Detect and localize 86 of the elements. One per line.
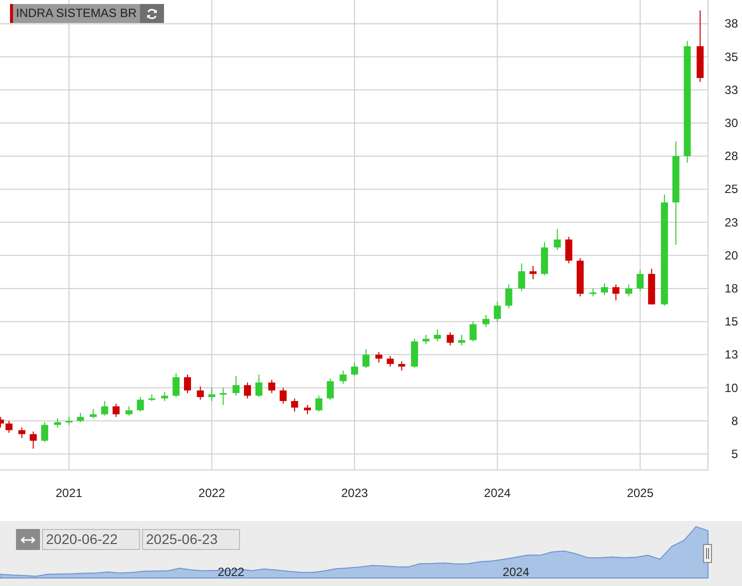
overview-axis-label: 2024 xyxy=(502,565,530,579)
candlestick xyxy=(76,412,84,423)
candlestick xyxy=(422,334,430,345)
y-axis-label: 35 xyxy=(724,50,738,64)
candlestick xyxy=(505,284,512,309)
candlestick xyxy=(161,391,168,402)
start-date-field[interactable]: 2020-06-22 xyxy=(42,529,140,550)
candlestick xyxy=(172,372,180,398)
candlestick xyxy=(482,314,490,328)
candlestick xyxy=(530,265,537,280)
candlestick xyxy=(590,288,597,297)
x-axis-label: 2025 xyxy=(626,486,654,500)
candlestick xyxy=(576,258,584,297)
refresh-icon xyxy=(146,8,158,20)
candlestick xyxy=(554,228,561,251)
candlestick xyxy=(65,416,72,426)
candlestick xyxy=(208,387,216,402)
range-toggle-button[interactable] xyxy=(16,529,40,550)
candlestick xyxy=(398,360,406,372)
candlestick xyxy=(136,396,144,412)
candlestick xyxy=(291,398,298,412)
candlestick xyxy=(494,301,501,322)
candlestick xyxy=(232,375,240,396)
candlestick xyxy=(220,387,227,406)
candlestick xyxy=(148,394,156,402)
candlestick xyxy=(600,282,608,296)
x-axis-label: 2024 xyxy=(484,486,511,500)
candlestick xyxy=(518,262,526,292)
candlestick xyxy=(636,269,644,292)
candlestick xyxy=(351,362,358,376)
range-handle[interactable] xyxy=(703,544,712,563)
candlestick xyxy=(362,348,370,368)
candlestick xyxy=(18,427,26,439)
y-axis-label: 15 xyxy=(724,314,738,329)
y-axis-label: 28 xyxy=(724,149,738,164)
x-axis-label: 2023 xyxy=(341,486,368,500)
y-axis-label: 10 xyxy=(724,380,738,395)
candlestick xyxy=(125,406,132,416)
y-axis-label: 23 xyxy=(724,215,738,230)
candlestick xyxy=(648,268,656,305)
candlestick xyxy=(375,352,382,364)
y-axis-label: 13 xyxy=(724,348,738,362)
end-date-field[interactable]: 2025-06-23 xyxy=(142,529,240,550)
candlestick xyxy=(30,430,37,450)
candlestick xyxy=(0,416,4,428)
overview-axis-label: 2022 xyxy=(218,565,244,579)
candlestick xyxy=(315,395,322,412)
y-axis-label: 30 xyxy=(724,116,738,130)
y-axis-label: 5 xyxy=(731,446,738,461)
candlestick xyxy=(612,284,620,301)
y-axis-label: 20 xyxy=(724,248,738,262)
candlestick xyxy=(6,420,12,434)
marker-icon xyxy=(10,4,13,23)
candlestick xyxy=(112,403,120,418)
candlestick xyxy=(326,378,334,400)
candlestick xyxy=(340,370,347,384)
y-axis-label: 8 xyxy=(731,414,738,428)
candlestick xyxy=(386,356,394,368)
candlestick xyxy=(446,332,454,346)
candlestick xyxy=(565,236,572,264)
double-arrow-icon xyxy=(20,536,36,544)
y-axis-label: 38 xyxy=(724,16,738,31)
y-axis-label: 33 xyxy=(724,82,738,97)
candlestick xyxy=(434,329,441,342)
candlestick xyxy=(458,334,466,346)
candlestick xyxy=(244,382,251,399)
candlestick xyxy=(280,387,287,404)
candlestick xyxy=(470,321,477,342)
candlestick xyxy=(101,400,108,416)
chart-title: INDRA SISTEMAS BR xyxy=(13,4,140,23)
x-axis-label: 2022 xyxy=(198,486,226,500)
candlestick xyxy=(304,404,311,415)
candlestick xyxy=(541,242,548,276)
candlestick xyxy=(411,338,418,368)
candlestick xyxy=(255,374,262,398)
candlestick xyxy=(90,408,97,419)
refresh-button[interactable] xyxy=(140,4,164,23)
x-axis-label: 2021 xyxy=(56,486,82,500)
candlestick xyxy=(54,418,62,428)
candlestick xyxy=(625,284,632,297)
candlestick xyxy=(41,422,48,443)
candlestick xyxy=(268,379,276,394)
candlestick xyxy=(184,374,191,394)
y-axis-label: 18 xyxy=(724,281,738,296)
candlestick xyxy=(196,386,204,400)
y-axis-label: 25 xyxy=(724,182,738,196)
